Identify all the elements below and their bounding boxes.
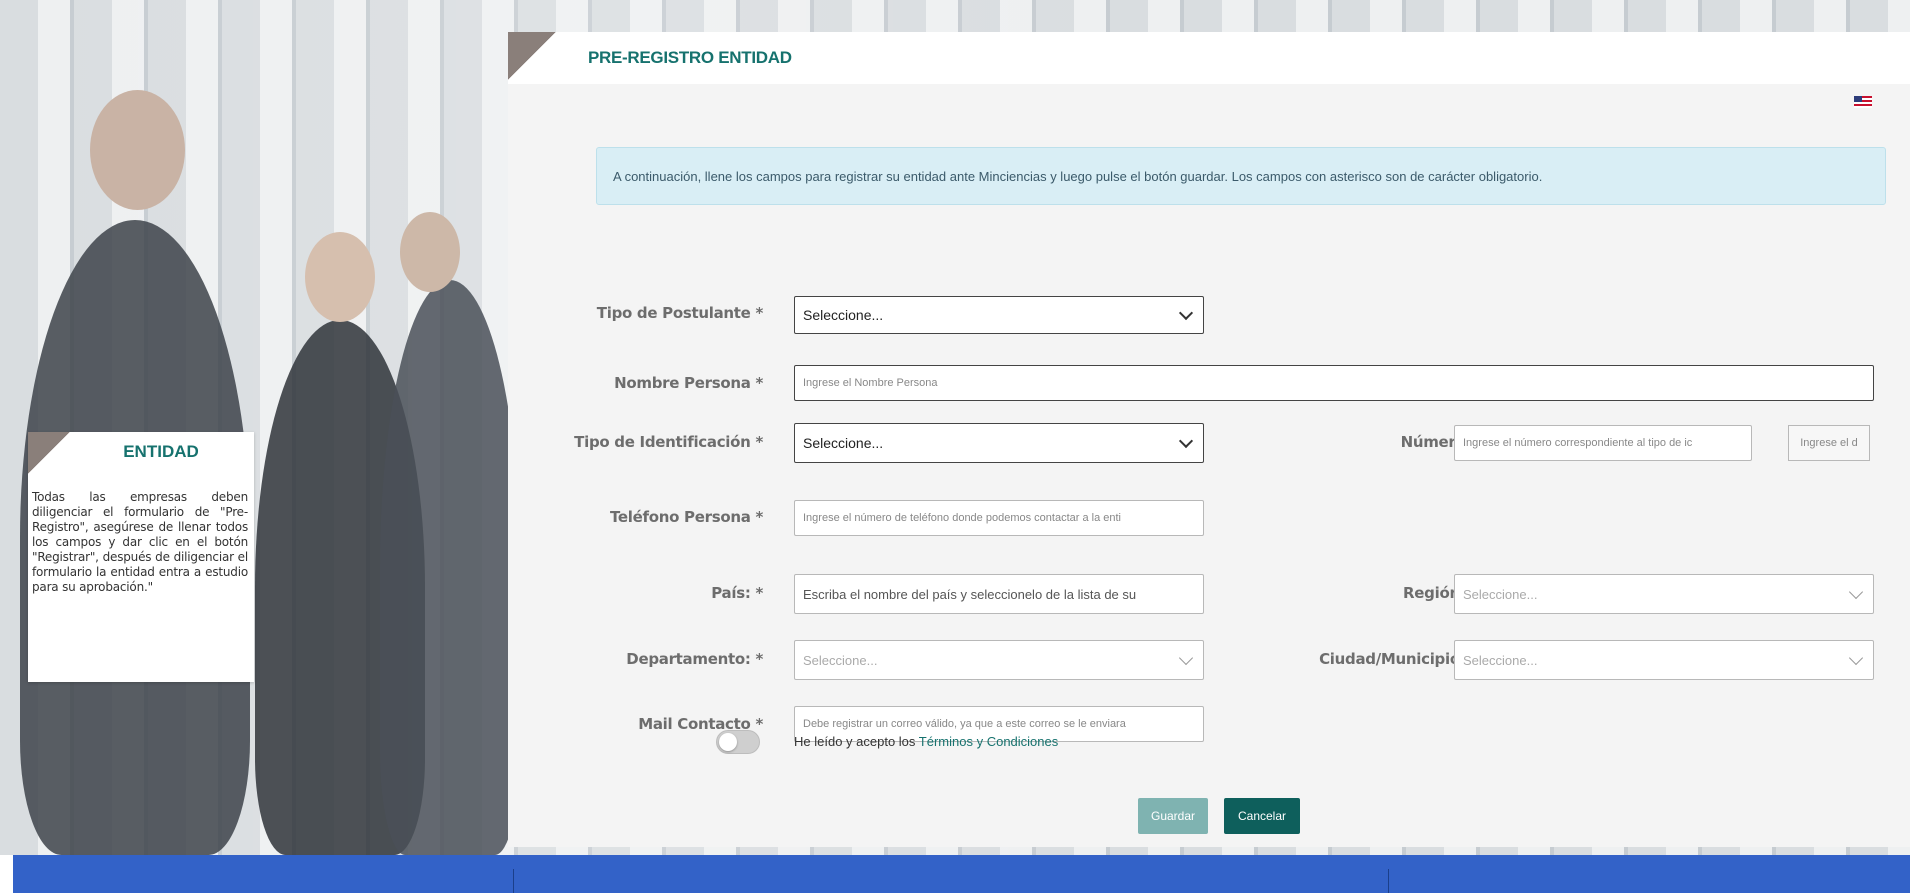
side-card-text: Todas las empresas deben diligenciar el … — [32, 490, 248, 594]
save-button[interactable]: Guardar — [1138, 798, 1208, 834]
corner-decoration — [508, 32, 556, 80]
chevron-down-icon — [1178, 650, 1194, 666]
region-select[interactable]: Seleccione... — [1454, 574, 1874, 614]
footer-divider — [513, 869, 514, 893]
tipo-postulante-select[interactable]: Seleccione... — [794, 296, 1204, 334]
telefono-label: Teléfono Persona * — [609, 508, 763, 526]
departamento-value: Seleccione... — [803, 652, 878, 668]
pre-registro-panel: PRE-REGISTRO ENTIDAD A continuación, lle… — [508, 32, 1910, 847]
chevron-down-icon — [1848, 650, 1864, 666]
tipo-postulante-value: Seleccione... — [803, 307, 884, 323]
chevron-down-icon — [1848, 584, 1864, 600]
departamento-select[interactable]: Seleccione... — [794, 640, 1204, 680]
numero-input[interactable]: Ingrese el número correspondiente al tip… — [1454, 425, 1752, 461]
terms-toggle[interactable] — [716, 730, 760, 754]
side-card-title: ENTIDAD — [123, 442, 199, 461]
tipo-identificacion-label: Tipo de Identificación * — [574, 433, 763, 451]
terms-link[interactable]: Términos y Condiciones — [919, 734, 1058, 749]
pais-input[interactable]: Escriba el nombre del país y seleccionel… — [794, 574, 1204, 614]
ciudad-select[interactable]: Seleccione... — [1454, 640, 1874, 680]
panel-header: PRE-REGISTRO ENTIDAD — [508, 32, 1910, 84]
chevron-down-icon — [1178, 305, 1194, 321]
page-title: PRE-REGISTRO ENTIDAD — [588, 48, 792, 67]
tipo-postulante-label: Tipo de Postulante * — [596, 304, 764, 322]
ciudad-value: Seleccione... — [1463, 652, 1538, 668]
terms-text: He leído y acepto los Términos y Condici… — [794, 734, 1058, 749]
numero-extra-input[interactable]: Ingrese el d — [1788, 425, 1870, 461]
region-value: Seleccione... — [1463, 586, 1538, 602]
nombre-persona-input[interactable]: Ingrese el Nombre Persona — [794, 365, 1874, 401]
cancel-button[interactable]: Cancelar — [1224, 798, 1300, 834]
nombre-persona-label: Nombre Persona * — [614, 374, 763, 392]
pais-label: País: * — [711, 584, 763, 602]
departamento-label: Departamento: * — [626, 650, 763, 668]
footer-divider — [1388, 869, 1389, 893]
tipo-identificacion-select[interactable]: Seleccione... — [794, 423, 1204, 463]
tipo-identificacion-value: Seleccione... — [803, 435, 884, 451]
info-alert: A continuación, llene los campos para re… — [596, 147, 1886, 205]
ciudad-label: Ciudad/Municipio: * — [1319, 650, 1478, 668]
terms-prefix: He leído y acepto los — [794, 734, 919, 749]
telefono-input[interactable]: Ingrese el número de teléfono donde pode… — [794, 500, 1204, 536]
entidad-info-card: ENTIDAD Todas las empresas deben diligen… — [28, 432, 254, 682]
us-flag-icon[interactable] — [1854, 96, 1872, 108]
chevron-down-icon — [1178, 433, 1194, 449]
footer-bar — [13, 855, 1910, 893]
background-people-image — [0, 0, 520, 855]
